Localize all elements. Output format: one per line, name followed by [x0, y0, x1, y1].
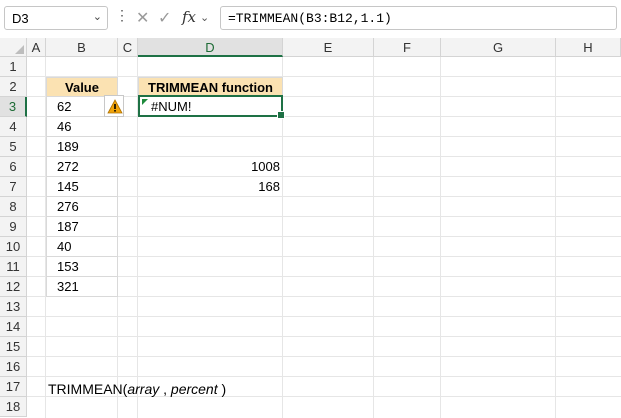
syntax-separator: ,	[159, 381, 171, 397]
insert-function-icon[interactable]: fx	[182, 8, 196, 26]
row-header-18[interactable]: 18	[0, 397, 27, 417]
spreadsheet-grid[interactable]: A B C D E F G H 1 2 3 4 5 6 7 8 9 10 11 …	[0, 38, 621, 418]
chevron-down-icon[interactable]: ⌄	[200, 11, 209, 24]
syntax-text: TRIMMEAN(array , percent )	[48, 379, 226, 399]
gridline	[373, 57, 374, 418]
row-header-7[interactable]: 7	[0, 177, 27, 197]
value-cell-b6[interactable]: 272	[46, 157, 118, 177]
name-box[interactable]: D3 ⌄	[4, 6, 108, 30]
syntax-arg-array: array	[127, 381, 160, 397]
row-header-10[interactable]: 10	[0, 237, 27, 257]
column-header-d[interactable]: D	[138, 38, 283, 57]
value-cell-b5[interactable]: 189	[46, 137, 118, 157]
value-header[interactable]: Value	[46, 77, 118, 97]
gridline	[555, 57, 556, 418]
row-header-2[interactable]: 2	[0, 77, 27, 97]
row-header-14[interactable]: 14	[0, 317, 27, 337]
cancel-icon[interactable]: ✕	[136, 8, 149, 28]
value-cell-b9[interactable]: 187	[46, 217, 118, 237]
row-header-6[interactable]: 6	[0, 157, 27, 177]
error-options-button[interactable]	[104, 95, 124, 117]
result-value: #NUM!	[151, 99, 192, 114]
syntax-arg-percent: percent	[170, 381, 218, 397]
row-header-1[interactable]: 1	[0, 57, 27, 77]
cell-d7[interactable]: 168	[138, 177, 283, 197]
formula-text: =TRIMMEAN(B3:B12,1.1)	[228, 11, 392, 26]
row-header-16[interactable]: 16	[0, 357, 27, 377]
gridline	[27, 316, 621, 317]
row-header-17[interactable]: 17	[0, 377, 27, 397]
chevron-down-icon[interactable]: ⌄	[93, 10, 102, 23]
formula-bar: D3 ⌄ ⋮ ✕ ✓ fx ⌄ =TRIMMEAN(B3:B12,1.1)	[0, 0, 621, 36]
warning-icon	[107, 99, 123, 114]
row-header-13[interactable]: 13	[0, 297, 27, 317]
row-header-8[interactable]: 8	[0, 197, 27, 217]
syntax-function-name: TRIMMEAN(	[48, 381, 128, 397]
column-header-a[interactable]: A	[27, 38, 46, 57]
gridline	[27, 356, 621, 357]
row-header-3[interactable]: 3	[0, 97, 27, 117]
error-indicator-icon	[142, 99, 148, 105]
function-header[interactable]: TRIMMEAN function	[138, 77, 283, 97]
gridline	[27, 376, 621, 377]
cell-d6[interactable]: 1008	[138, 157, 283, 177]
more-options-icon[interactable]: ⋮	[115, 8, 129, 22]
column-header-b[interactable]: B	[46, 38, 118, 57]
column-header-h[interactable]: H	[556, 38, 621, 57]
active-cell-d3[interactable]: #NUM!	[138, 95, 285, 119]
row-header-11[interactable]: 11	[0, 257, 27, 277]
formula-controls: ✕ ✓ fx ⌄	[128, 6, 216, 30]
column-header-g[interactable]: G	[441, 38, 556, 57]
column-header-e[interactable]: E	[283, 38, 374, 57]
value-cell-b11[interactable]: 153	[46, 257, 118, 277]
formula-input[interactable]: =TRIMMEAN(B3:B12,1.1)	[220, 6, 617, 30]
check-icon[interactable]: ✓	[158, 8, 171, 28]
value-cell-b10[interactable]: 40	[46, 237, 118, 257]
value-cell-b8[interactable]: 276	[46, 197, 118, 217]
column-header-f[interactable]: F	[374, 38, 441, 57]
row-header-5[interactable]: 5	[0, 137, 27, 157]
gridline	[27, 336, 621, 337]
value-cell-b7[interactable]: 145	[46, 177, 118, 197]
row-header-15[interactable]: 15	[0, 337, 27, 357]
gridline	[440, 57, 441, 418]
row-header-9[interactable]: 9	[0, 217, 27, 237]
column-header-c[interactable]: C	[118, 38, 138, 57]
syntax-close: )	[217, 381, 227, 397]
select-all-button[interactable]	[0, 38, 27, 57]
value-cell-b12[interactable]: 321	[46, 277, 118, 297]
value-cell-b4[interactable]: 46	[46, 117, 118, 137]
row-header-4[interactable]: 4	[0, 117, 27, 137]
row-header-12[interactable]: 12	[0, 277, 27, 297]
name-box-value: D3	[12, 11, 29, 26]
